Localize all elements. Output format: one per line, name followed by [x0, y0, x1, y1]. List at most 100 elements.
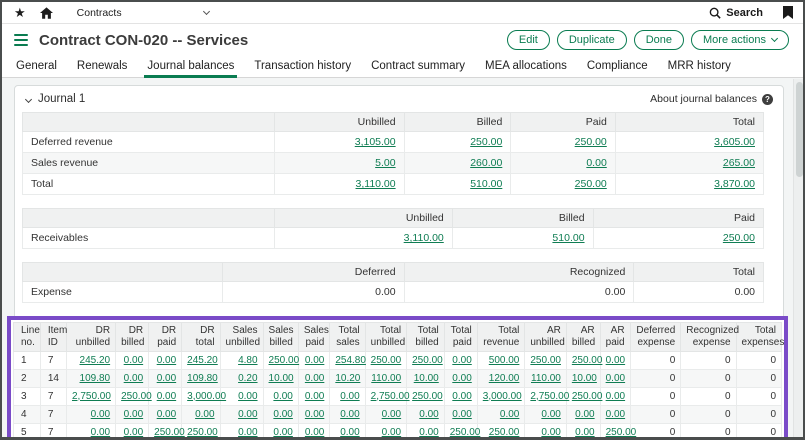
amount-link[interactable]: 0.00: [606, 355, 625, 366]
amount-link[interactable]: 250.00: [575, 136, 607, 148]
amount-link[interactable]: 0.20: [238, 373, 257, 384]
amount-link[interactable]: 0.00: [606, 373, 625, 384]
amount-link[interactable]: 0.00: [305, 427, 324, 438]
search-button[interactable]: Search: [709, 7, 763, 19]
amount-link[interactable]: 0.00: [305, 373, 324, 384]
amount-link[interactable]: 0.00: [273, 427, 292, 438]
amount-link[interactable]: 0.00: [273, 409, 292, 420]
amount-link[interactable]: 0.00: [382, 409, 401, 420]
amount-link[interactable]: 250.00: [371, 355, 402, 366]
tab-transaction-history[interactable]: Transaction history: [244, 57, 361, 77]
amount-link[interactable]: 110.00: [531, 373, 561, 384]
amount-link[interactable]: 250.00: [489, 427, 520, 438]
amount-link[interactable]: 0.00: [541, 409, 560, 420]
amount-link[interactable]: 250.00: [269, 355, 300, 366]
more-actions-button[interactable]: More actions: [691, 30, 789, 50]
amount-link[interactable]: 510.00: [470, 178, 502, 190]
amount-link[interactable]: 250.00: [530, 355, 561, 366]
amount-link[interactable]: 510.00: [552, 232, 584, 244]
amount-link[interactable]: 0.00: [124, 409, 143, 420]
amount-link[interactable]: 0.00: [91, 427, 110, 438]
amount-link[interactable]: 0.00: [452, 391, 471, 402]
amount-link[interactable]: 0.00: [340, 391, 359, 402]
amount-link[interactable]: 0.00: [452, 409, 471, 420]
amount-link[interactable]: 245.20: [80, 355, 111, 366]
amount-link[interactable]: 3,870.00: [714, 178, 755, 190]
amount-link[interactable]: 3,000.00: [187, 391, 226, 402]
amount-link[interactable]: 245.20: [187, 355, 218, 366]
amount-link[interactable]: 250.00: [187, 427, 218, 438]
amount-link[interactable]: 0.00: [157, 355, 176, 366]
amount-link[interactable]: 0.00: [382, 427, 401, 438]
tab-contract-summary[interactable]: Contract summary: [361, 57, 475, 77]
amount-link[interactable]: 0.00: [340, 427, 359, 438]
amount-link[interactable]: 2,750.00: [72, 391, 111, 402]
amount-link[interactable]: 10.00: [269, 373, 294, 384]
amount-link[interactable]: 0.00: [124, 355, 143, 366]
amount-link[interactable]: 0.00: [452, 373, 471, 384]
amount-link[interactable]: 4.80: [238, 355, 257, 366]
amount-link[interactable]: 0.00: [575, 409, 594, 420]
amount-link[interactable]: 120.00: [489, 373, 520, 384]
amount-link[interactable]: 109.80: [80, 373, 111, 384]
amount-link[interactable]: 0.00: [419, 409, 438, 420]
amount-link[interactable]: 3,000.00: [483, 391, 522, 402]
amount-link[interactable]: 3,605.00: [714, 136, 755, 148]
amount-link[interactable]: 250.00: [575, 178, 607, 190]
record-list-menu-icon[interactable]: [14, 34, 28, 47]
tab-compliance[interactable]: Compliance: [577, 57, 658, 77]
amount-link[interactable]: 5.00: [375, 157, 395, 169]
amount-link[interactable]: 0.00: [575, 427, 594, 438]
amount-link[interactable]: 3,110.00: [356, 178, 396, 190]
amount-link[interactable]: 250.00: [121, 391, 152, 402]
amount-link[interactable]: 2,750.00: [371, 391, 410, 402]
amount-link[interactable]: 250.00: [606, 427, 637, 438]
amount-link[interactable]: 3,110.00: [404, 232, 444, 244]
amount-link[interactable]: 0.00: [157, 409, 176, 420]
amount-link[interactable]: 10.00: [572, 373, 597, 384]
amount-link[interactable]: 0.00: [238, 391, 257, 402]
about-journal-balances-link[interactable]: About journal balances: [650, 93, 757, 105]
scrollbar-thumb[interactable]: [796, 82, 803, 177]
amount-link[interactable]: 10.00: [414, 373, 439, 384]
tab-general[interactable]: General: [6, 57, 67, 77]
amount-link[interactable]: 0.00: [340, 409, 359, 420]
amount-link[interactable]: 3,105.00: [355, 136, 396, 148]
amount-link[interactable]: 0.00: [157, 391, 176, 402]
amount-link[interactable]: 0.00: [606, 409, 625, 420]
amount-link[interactable]: 250.00: [572, 355, 603, 366]
amount-link[interactable]: 250.00: [412, 391, 443, 402]
done-button[interactable]: Done: [634, 30, 684, 50]
amount-link[interactable]: 0.00: [195, 409, 214, 420]
amount-link[interactable]: 0.00: [238, 427, 257, 438]
amount-link[interactable]: 0.00: [305, 391, 324, 402]
edit-button[interactable]: Edit: [507, 30, 550, 50]
tab-renewals[interactable]: Renewals: [67, 57, 138, 77]
amount-link[interactable]: 109.80: [187, 373, 218, 384]
collapse-chevron-icon[interactable]: [25, 95, 32, 102]
amount-link[interactable]: 250.00: [154, 427, 185, 438]
home-icon[interactable]: [40, 7, 53, 19]
contracts-nav-dropdown[interactable]: Contracts: [77, 7, 209, 19]
amount-link[interactable]: 250.00: [450, 427, 481, 438]
tab-mrr-history[interactable]: MRR history: [658, 57, 741, 77]
amount-link[interactable]: 254.80: [335, 355, 366, 366]
tab-mea-allocations[interactable]: MEA allocations: [475, 57, 577, 77]
amount-link[interactable]: 2,750.00: [530, 391, 569, 402]
amount-link[interactable]: 0.00: [273, 391, 292, 402]
amount-link[interactable]: 0.00: [500, 409, 519, 420]
amount-link[interactable]: 0.00: [305, 409, 324, 420]
amount-link[interactable]: 0.00: [91, 409, 110, 420]
amount-link[interactable]: 250.00: [470, 136, 502, 148]
amount-link[interactable]: 0.00: [157, 373, 176, 384]
amount-link[interactable]: 0.00: [452, 355, 471, 366]
amount-link[interactable]: 250.00: [412, 355, 443, 366]
amount-link[interactable]: 0.00: [305, 355, 324, 366]
tab-journal-balances[interactable]: Journal balances: [137, 57, 244, 77]
amount-link[interactable]: 110.00: [371, 373, 401, 384]
vertical-scrollbar[interactable]: [793, 79, 803, 437]
amount-link[interactable]: 265.00: [723, 157, 755, 169]
help-icon[interactable]: ?: [762, 94, 773, 105]
amount-link[interactable]: 0.00: [586, 157, 606, 169]
duplicate-button[interactable]: Duplicate: [557, 30, 627, 50]
